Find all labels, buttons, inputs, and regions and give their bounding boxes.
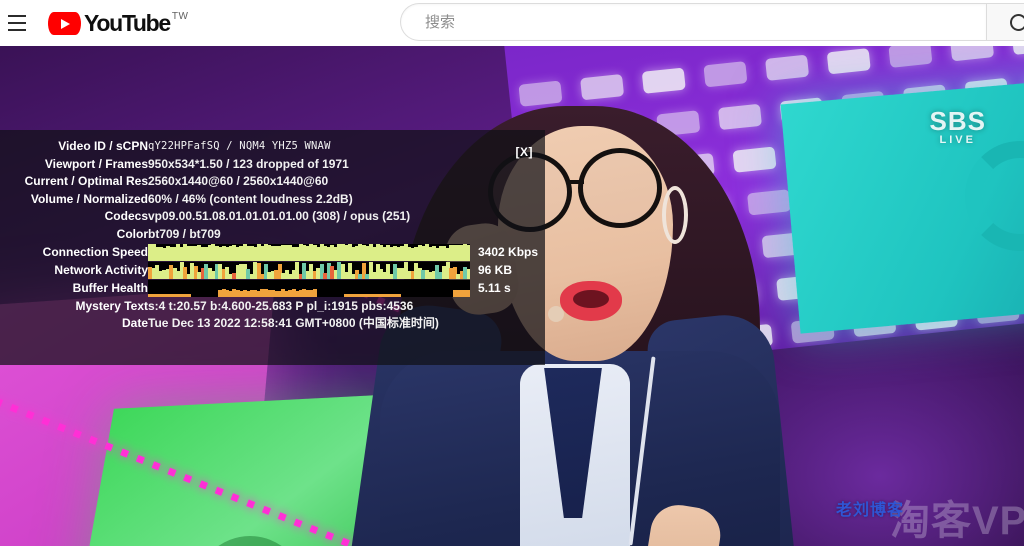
graph-bar <box>466 289 470 297</box>
stats-value: Tue Dec 13 2022 12:58:41 GMT+0800 (中国标准时… <box>148 316 439 331</box>
close-icon[interactable]: [X] <box>516 145 534 159</box>
graph-bar <box>312 288 317 297</box>
search-button[interactable] <box>986 3 1024 41</box>
stats-value: s:4 t:20.57 b:4.600-25.683 P pl_i:1915 p… <box>148 298 414 313</box>
stats-table: Video ID / sCPN qY22HPFafSQ / NQM4 YHZ5 … <box>0 138 545 333</box>
led-brick <box>703 61 748 88</box>
stats-row-codecs: Codecs vp09.00.51.08.01.01.01.01.00 (308… <box>0 208 545 226</box>
led-brick <box>641 67 686 94</box>
stats-row-buffer-health: Buffer Health 5.11 s <box>0 279 545 298</box>
network-activity-value: 96 KB <box>478 262 513 277</box>
stats-label: Video ID / sCPN <box>58 139 148 153</box>
stats-label: Network Activity <box>54 262 148 277</box>
stats-value: bt709 / bt709 <box>148 226 221 241</box>
search-icon <box>1009 13 1024 31</box>
buffer-health-graph <box>148 279 470 297</box>
stats-label: Volume / Normalized <box>30 191 148 206</box>
youtube-header: YouTube TW <box>0 0 1024 46</box>
glasses-right-lens <box>578 148 662 228</box>
stats-label: Color <box>116 226 148 241</box>
stats-value: 2560x1440@60 / 2560x1440@60 <box>148 174 329 189</box>
connection-speed-value: 3402 Kbps <box>478 244 539 259</box>
stats-row-volume: Volume / Normalized 60% / 46% (content l… <box>0 191 545 209</box>
led-brick <box>888 46 933 68</box>
stats-value: qY22HPFafSQ / NQM4 YHZ5 WNAW <box>148 140 331 152</box>
network-activity-graph <box>148 261 470 279</box>
led-brick <box>1011 46 1024 55</box>
stats-row-date: Date Tue Dec 13 2022 12:58:41 GMT+0800 (… <box>0 315 545 333</box>
stats-value: 60% / 46% (content loudness 2.2dB) <box>148 191 353 206</box>
vps-watermark: 淘客VPS <box>890 499 1024 543</box>
stats-row-connection-speed: Connection Speed 3402 Kbps <box>0 243 545 262</box>
stats-row-video-id: Video ID / sCPN qY22HPFafSQ / NQM4 YHZ5 … <box>0 138 545 156</box>
stats-for-nerds-panel: [X] Video ID / sCPN qY22HPFafSQ / NQM4 Y… <box>0 130 545 365</box>
stats-label: Date <box>121 316 148 331</box>
youtube-country-code: TW <box>171 11 189 22</box>
stats-row-resolution: Current / Optimal Res 2560x1440@60 / 256… <box>0 173 545 191</box>
stats-label: Mystery Text <box>75 298 148 313</box>
stats-value: vp09.00.51.08.01.01.01.01.00 (308) / opu… <box>148 209 411 224</box>
youtube-play-icon <box>48 12 81 35</box>
stats-label: Viewport / Frames <box>44 156 148 171</box>
led-brick <box>826 48 871 75</box>
hamburger-menu-icon[interactable] <box>4 10 30 36</box>
led-brick <box>580 74 625 101</box>
led-brick <box>518 80 563 107</box>
stats-label: Current / Optimal Res <box>24 174 148 189</box>
search-box[interactable] <box>400 3 986 41</box>
graph-bar <box>466 269 470 279</box>
glasses-bridge <box>570 180 584 184</box>
connection-speed-graph <box>148 243 470 261</box>
stats-label: Buffer Health <box>72 280 148 295</box>
stats-row-viewport-frames: Viewport / Frames 950x534*1.50 / 123 dro… <box>0 156 545 174</box>
stats-label: Connection Speed <box>42 244 148 259</box>
headset-mic-icon <box>548 306 564 322</box>
led-brick <box>950 46 995 62</box>
led-brick <box>765 54 810 81</box>
buffer-health-value: 5.11 s <box>478 280 511 295</box>
graph-bar <box>466 245 470 261</box>
performer-mouth <box>573 290 609 308</box>
youtube-logo[interactable]: YouTube TW <box>48 10 188 36</box>
stats-label: Codecs <box>104 209 148 224</box>
video-player[interactable]: SBS LIVE 淘客VPS 老刘博客 [X] Video ID / sCPN … <box>0 46 1024 546</box>
stats-row-color: Color bt709 / bt709 <box>0 226 545 244</box>
blog-watermark: 老刘博客 <box>836 502 905 519</box>
search-area <box>400 3 1024 41</box>
search-input[interactable] <box>425 13 986 31</box>
graph-bar <box>186 293 191 297</box>
youtube-wordmark: YouTube <box>84 10 171 36</box>
performer-earpiece <box>662 186 688 244</box>
stats-row-mystery-text: Mystery Text s:4 t:20.57 b:4.600-25.683 … <box>0 298 545 316</box>
graph-bar <box>396 293 401 297</box>
stats-row-network-activity: Network Activity 96 KB <box>0 261 545 280</box>
stats-value: 950x534*1.50 / 123 dropped of 1971 <box>148 156 349 171</box>
